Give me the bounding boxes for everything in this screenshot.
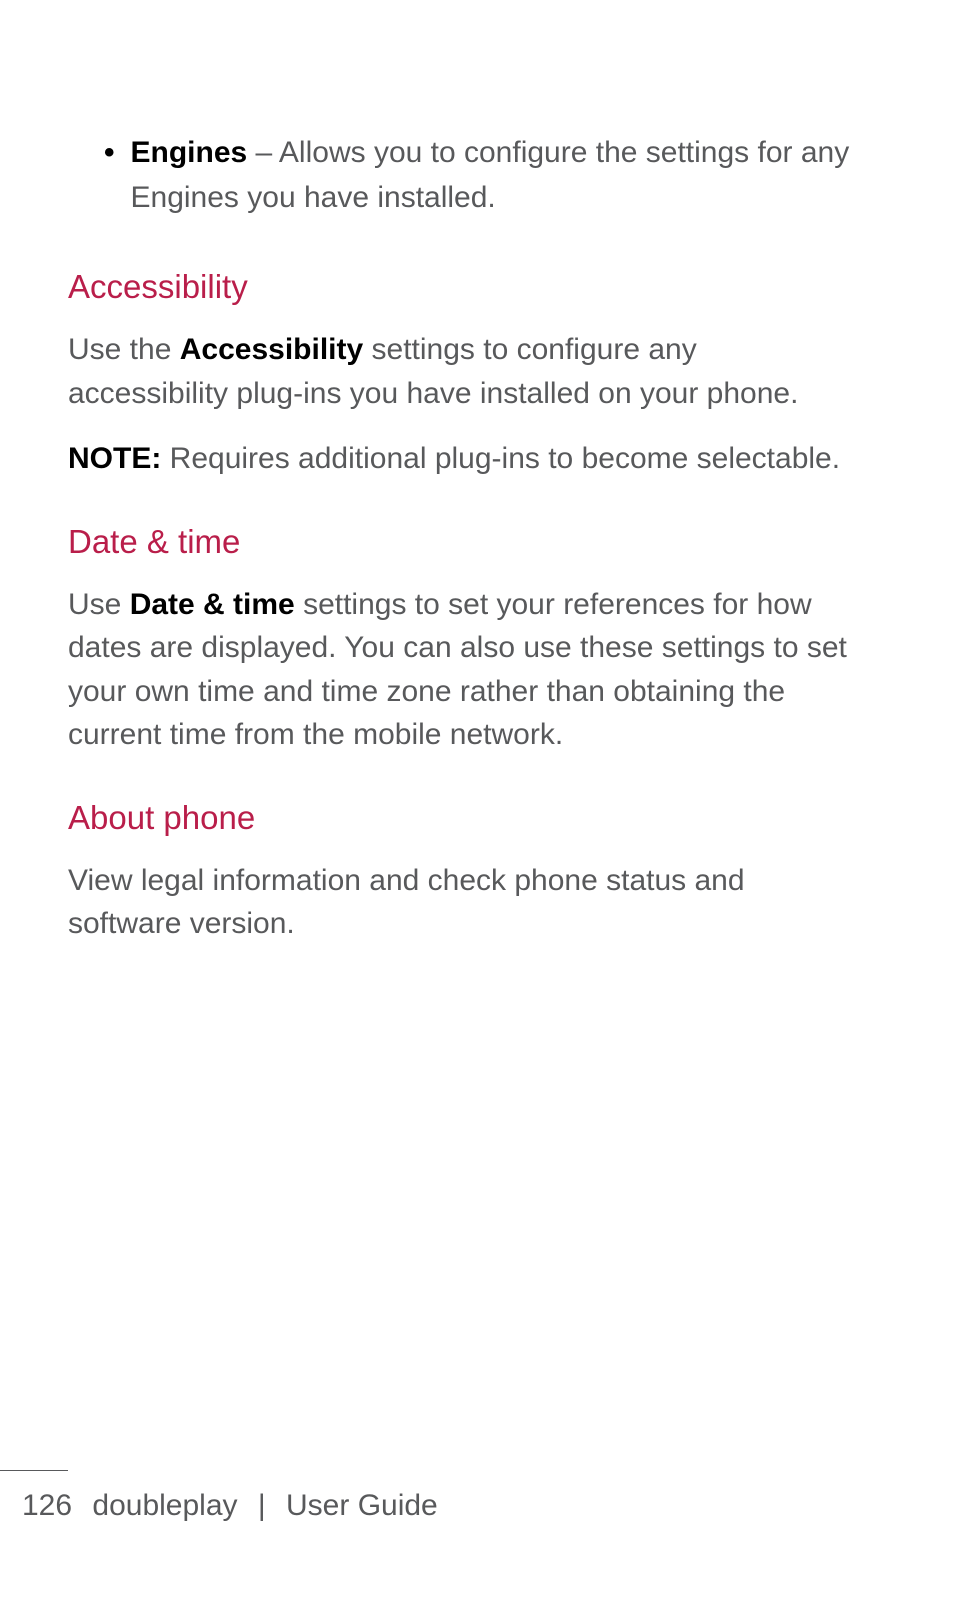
- footer-product: doubleplay: [92, 1489, 237, 1522]
- page-number: 126: [22, 1489, 72, 1522]
- datetime-paragraph: Use Date & time settings to set your ref…: [68, 583, 864, 757]
- page-footer: 126 doubleplay | User Guide: [0, 1470, 954, 1523]
- heading-accessibility: Accessibility: [68, 268, 864, 306]
- footer-doc-title: User Guide: [286, 1489, 438, 1522]
- about-paragraph: View legal information and check phone s…: [68, 859, 864, 946]
- footer-divider: [0, 1470, 68, 1471]
- bullet-label: Engines: [131, 136, 248, 169]
- note-label: NOTE:: [68, 442, 161, 475]
- note-text: Requires additional plug-ins to become s…: [161, 442, 840, 475]
- bullet-engines: • Engines – Allows you to configure the …: [104, 130, 864, 220]
- footer-text: 126 doubleplay | User Guide: [0, 1489, 954, 1523]
- footer-separator: |: [258, 1489, 266, 1522]
- bullet-text: Engines – Allows you to configure the se…: [131, 130, 864, 220]
- heading-about: About phone: [68, 799, 864, 837]
- datetime-bold: Date & time: [130, 588, 295, 621]
- accessibility-paragraph: Use the Accessibility settings to config…: [68, 328, 864, 415]
- datetime-prefix: Use: [68, 588, 130, 621]
- heading-datetime: Date & time: [68, 523, 864, 561]
- accessibility-prefix: Use the: [68, 333, 180, 366]
- page-content: • Engines – Allows you to configure the …: [0, 0, 954, 946]
- bullet-marker: •: [104, 130, 115, 220]
- accessibility-bold: Accessibility: [180, 333, 363, 366]
- accessibility-note: NOTE: Requires additional plug-ins to be…: [68, 437, 864, 481]
